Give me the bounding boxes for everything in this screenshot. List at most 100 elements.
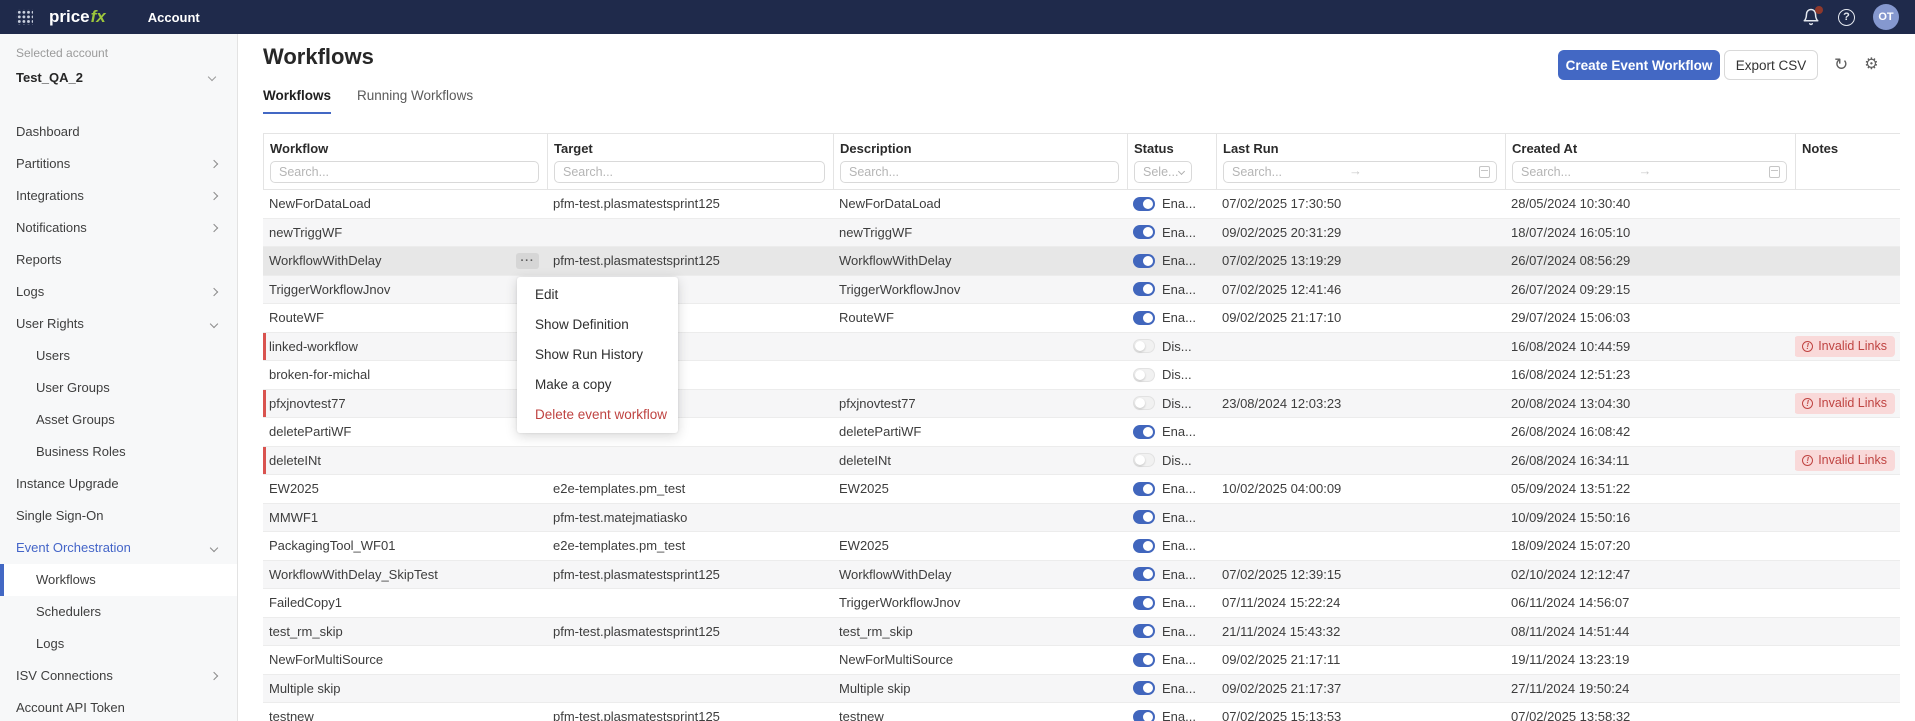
- cell-description: EW2025: [839, 538, 889, 553]
- status-toggle[interactable]: [1133, 538, 1155, 553]
- table-row[interactable]: NewForDataLoad pfm-test.plasmatestsprint1…: [263, 190, 1900, 219]
- sidebar-item-isv-connections[interactable]: ISV Connections: [0, 660, 237, 692]
- sidebar-item-partitions[interactable]: Partitions: [0, 148, 237, 180]
- table-row[interactable]: RouteWF RouteWF Ena... 09/02/2025 21:17:10 2…: [263, 304, 1900, 333]
- sidebar-item-business-roles[interactable]: Business Roles: [0, 436, 237, 468]
- sidebar-item-notifications[interactable]: Notifications: [0, 212, 237, 244]
- cell-description: EW2025: [839, 481, 889, 496]
- calendar-icon[interactable]: [1479, 166, 1490, 178]
- filter-description[interactable]: [840, 161, 1119, 183]
- status-toggle[interactable]: [1133, 510, 1155, 525]
- table-row[interactable]: PackagingTool_WF01 e2e-templates.pm_test E…: [263, 532, 1900, 561]
- status-toggle[interactable]: [1133, 367, 1155, 382]
- status-toggle[interactable]: [1133, 225, 1155, 240]
- cell-target: pfm-test.plasmatestsprint125: [553, 566, 720, 582]
- table-row[interactable]: newTriggWF newTriggWF Ena... 09/02/2025 20:…: [263, 218, 1900, 247]
- sidebar-item-user-rights[interactable]: User Rights: [0, 308, 237, 340]
- cell-status: Ena...: [1127, 418, 1216, 446]
- filter-status[interactable]: Sele...: [1134, 161, 1192, 183]
- cell-status: Ena...: [1127, 675, 1216, 703]
- status-toggle[interactable]: [1133, 595, 1155, 610]
- status-toggle[interactable]: [1133, 681, 1155, 696]
- filter-target[interactable]: [554, 161, 825, 183]
- status-toggle[interactable]: [1133, 709, 1155, 721]
- account-selector[interactable]: Test_QA_2: [16, 68, 221, 86]
- sidebar-item-users[interactable]: Users: [0, 340, 237, 372]
- status-toggle[interactable]: [1133, 481, 1155, 496]
- row-actions-more-button[interactable]: [516, 253, 539, 269]
- status-toggle[interactable]: [1133, 424, 1155, 439]
- status-toggle[interactable]: [1133, 396, 1155, 411]
- sidebar-item-single-sign-on[interactable]: Single Sign-On: [0, 500, 237, 532]
- sidebar-item-integrations[interactable]: Integrations: [0, 180, 237, 212]
- refresh-icon[interactable]: [1834, 50, 1848, 80]
- sidebar-item-event-orchestration[interactable]: Event Orchestration: [0, 532, 237, 564]
- sidebar-item-workflows[interactable]: Workflows: [0, 564, 237, 596]
- status-toggle[interactable]: [1133, 652, 1155, 667]
- pricefx-logo[interactable]: price fx: [49, 7, 106, 27]
- menu-item-make-a-copy[interactable]: Make a copy: [517, 370, 678, 400]
- table-row[interactable]: EW2025 e2e-templates.pm_test EW2025 Ena... 1…: [263, 475, 1900, 504]
- menu-item-show-definition[interactable]: Show Definition: [517, 310, 678, 340]
- status-toggle[interactable]: [1133, 624, 1155, 639]
- menu-item-delete-event-workflow[interactable]: Delete event workflow: [517, 400, 678, 430]
- calendar-icon[interactable]: [1769, 166, 1780, 178]
- cell-created-at: 18/07/2024 16:05:10: [1511, 224, 1631, 240]
- table-row[interactable]: NewForMultiSource NewForMultiSource Ena...…: [263, 646, 1900, 675]
- sidebar-item-label: Logs: [36, 636, 65, 651]
- status-toggle[interactable]: [1133, 567, 1155, 582]
- status-toggle[interactable]: [1133, 453, 1155, 468]
- filter-last-run[interactable]: [1223, 161, 1497, 183]
- sidebar-item-user-groups[interactable]: User Groups: [0, 372, 237, 404]
- sidebar-item-label: Instance Upgrade: [16, 476, 119, 491]
- table-row[interactable]: MMWF1 pfm-test.matejmatiasko Ena... 10/09/2…: [263, 503, 1900, 532]
- tab-workflows[interactable]: Workflows: [263, 88, 332, 114]
- create-event-workflow-button[interactable]: Create Event Workflow: [1558, 50, 1720, 80]
- sidebar-item-asset-groups[interactable]: Asset Groups: [0, 404, 237, 436]
- table-row[interactable]: WorkflowWithDelay_SkipTest pfm-test.plasm…: [263, 560, 1900, 589]
- status-toggle[interactable]: [1133, 282, 1155, 297]
- table-row[interactable]: TriggerWorkflowJnov TriggerWorkflowJnov En…: [263, 275, 1900, 304]
- table-row[interactable]: Multiple skip Multiple skip Ena... 09/02/20…: [263, 674, 1900, 703]
- export-csv-button[interactable]: Export CSV: [1724, 50, 1818, 80]
- cell-status: Ena...: [1127, 276, 1216, 304]
- status-toggle[interactable]: [1133, 253, 1155, 268]
- sidebar-item-logs[interactable]: Logs: [0, 628, 237, 660]
- sidebar-item-instance-upgrade[interactable]: Instance Upgrade: [0, 468, 237, 500]
- sidebar-item-schedulers[interactable]: Schedulers: [0, 596, 237, 628]
- status-label: Ena...: [1162, 652, 1196, 668]
- filter-created-at[interactable]: [1512, 161, 1787, 183]
- sidebar-item-account-api-token[interactable]: Account API Token: [0, 692, 237, 721]
- status-toggle[interactable]: [1133, 310, 1155, 325]
- cell-status: Ena...: [1127, 190, 1216, 218]
- status-toggle[interactable]: [1133, 196, 1155, 211]
- settings-gear-icon[interactable]: [1864, 50, 1878, 80]
- table-row[interactable]: WorkflowWithDelay pfm-test.plasmatestspri…: [263, 247, 1900, 276]
- table-row[interactable]: deleteINt deleteINt Dis... 26/08/2024 16:34…: [263, 446, 1900, 475]
- menu-item-show-run-history[interactable]: Show Run History: [517, 340, 678, 370]
- invalid-links-text: Invalid Links: [1818, 339, 1887, 354]
- sidebar-item-reports[interactable]: Reports: [0, 244, 237, 276]
- menu-item-edit[interactable]: Edit: [517, 280, 678, 310]
- sidebar-item-logs[interactable]: Logs: [0, 276, 237, 308]
- status-toggle[interactable]: [1133, 339, 1155, 354]
- table-row[interactable]: linked-workflow Dis... 16/08/2024 10:44:59…: [263, 332, 1900, 361]
- sidebar-item-dashboard[interactable]: Dashboard: [0, 116, 237, 148]
- topbar-account-menu[interactable]: Account: [148, 10, 200, 25]
- app-grid-icon[interactable]: [16, 9, 33, 25]
- cell-notes: [1795, 504, 1900, 532]
- tab-running-workflows[interactable]: Running Workflows: [357, 88, 473, 114]
- chevron-down-icon: [207, 72, 217, 82]
- table-row[interactable]: deletePartiWF deletePartiWF Ena... 26/08/20…: [263, 418, 1900, 447]
- notifications-bell-icon[interactable]: [1802, 6, 1823, 26]
- table-row[interactable]: testnew pfm-test.plasmatestsprint125 testn…: [263, 703, 1900, 721]
- table-row[interactable]: FailedCopy1 TriggerWorkflowJnov Ena... 07/1…: [263, 589, 1900, 618]
- table-row[interactable]: pfxjnovtest77 pfxjnovtest77 Dis... 23/08/20…: [263, 389, 1900, 418]
- table-row[interactable]: broken-for-michal Dis... 16/08/2024 12:51:…: [263, 361, 1900, 390]
- filter-workflow[interactable]: [270, 161, 539, 183]
- table-row[interactable]: test_rm_skip pfm-test.plasmatestsprint125…: [263, 617, 1900, 646]
- column-label: Status: [1134, 141, 1174, 156]
- help-icon[interactable]: [1838, 8, 1855, 26]
- user-avatar[interactable]: OT: [1873, 4, 1899, 30]
- cell-notes: [1795, 618, 1900, 646]
